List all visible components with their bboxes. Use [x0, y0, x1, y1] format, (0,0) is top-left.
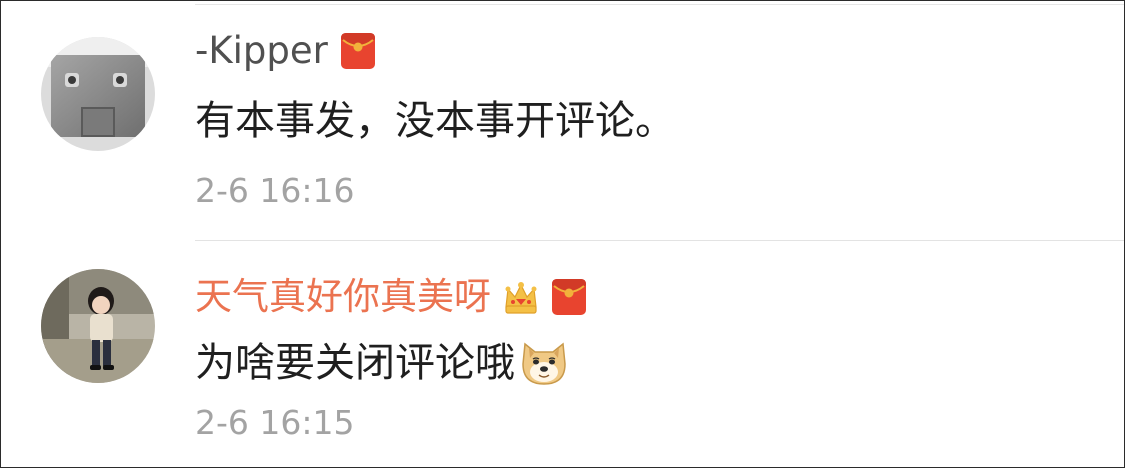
robot-face-avatar [41, 37, 155, 151]
username[interactable]: -Kipper [195, 29, 328, 73]
comment-time: 2-6 16:16 [195, 171, 355, 210]
comment-text: 为啥要关闭评论哦 [195, 337, 569, 389]
comment-text: 有本事发，没本事开评论。 [195, 98, 675, 144]
avatar[interactable] [41, 37, 155, 151]
comment-item[interactable]: 天气真好你真美呀 为啥要关闭评论哦 2-6 16:15 [1, 241, 1124, 467]
crown-icon [503, 277, 539, 317]
red-envelope-icon [340, 31, 376, 71]
child-photo-avatar [41, 269, 155, 383]
red-envelope-icon [551, 277, 587, 317]
username[interactable]: 天气真好你真美呀 [195, 275, 491, 319]
comment-list: -Kipper 有本事发，没本事开评论。 2-6 16:16 天气真好你真美呀 … [0, 0, 1125, 468]
username-row: 天气真好你真美呀 [195, 275, 587, 319]
comment-time: 2-6 16:15 [195, 403, 355, 442]
avatar[interactable] [41, 269, 155, 383]
username-row: -Kipper [195, 29, 376, 73]
comment-item[interactable]: -Kipper 有本事发，没本事开评论。 2-6 16:16 [1, 1, 1124, 241]
doge-emoji-icon [519, 338, 569, 388]
